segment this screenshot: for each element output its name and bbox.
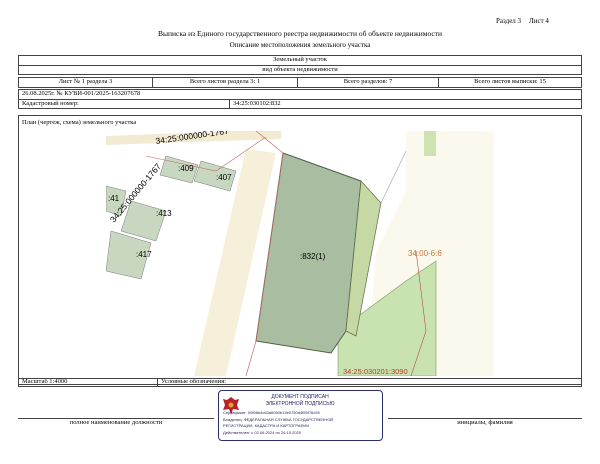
stamp-line-2: ЭЛЕКТРОННОЙ ПОДПИСЬЮ <box>265 401 335 407</box>
cadastral-map: 34:25:000000-1767 34:25:000000-1767 :409… <box>106 131 494 376</box>
cadastral-label: Кадастровый номер: <box>18 99 230 109</box>
name-caption: инициалы, фамилия <box>457 419 513 426</box>
label-832: :832(1) <box>300 252 326 261</box>
total-sheets-extract: Всего листов выписки: 15 <box>438 77 582 88</box>
document-title: Выписка из Единого государственного реес… <box>157 29 443 38</box>
plan-title: План (чертеж, схема) земельного участка <box>22 119 137 126</box>
stamp-line-4: Владелец: ФЕДЕРАЛЬНАЯ СЛУЖБА ГОСУДАРСТВЕ… <box>223 417 334 422</box>
label-413: :413 <box>156 209 172 218</box>
stamp-line-5: РЕГИСТРАЦИИ, КАДАСТРА И КАРТОГРАФИИ <box>223 423 310 428</box>
label-41: :41 <box>108 194 120 203</box>
total-sections: Всего разделов: 7 <box>297 77 439 88</box>
sheet-label: Лист 4 <box>529 17 549 25</box>
document-subtitle: Описание местоположения земельного участ… <box>229 41 371 49</box>
position-caption: полное наименование должности <box>69 419 163 426</box>
legend-label: Условные обозначения: <box>157 378 582 387</box>
label-quarter-bottom: 34:25:030201:3090 <box>343 367 408 376</box>
green-area-top <box>424 131 436 156</box>
label-409: :409 <box>178 164 194 173</box>
cadastral-value: 34:25:030102:832 <box>229 99 582 109</box>
label-407: :407 <box>216 173 232 182</box>
object-kind-caption: вид объекта недвижимости <box>18 65 582 75</box>
stamp-line-1: ДОКУМЕНТ ПОДПИСАН <box>271 394 329 400</box>
total-sheets-section: Всего листов раздела 3: 1 <box>152 77 298 88</box>
stamp-line-6: Действителен: с 02.06.2024 по 26.10.2025 <box>223 430 301 435</box>
section-label: Раздел 3 <box>496 17 522 25</box>
label-417: :417 <box>136 250 152 259</box>
electronic-signature-stamp: ДОКУМЕНТ ПОДПИСАН ЭЛЕКТРОННОЙ ПОДПИСЬЮ С… <box>218 390 383 441</box>
sheet-of-section: Лист № 1 раздела 3 <box>18 77 153 88</box>
scale: Масштаб 1:4000 <box>18 378 158 387</box>
stamp-line-3: Сертификат: 00f98b4c63a6050b13e0750d4f55… <box>223 410 320 415</box>
label-quarter-right: 34:00-6:6 <box>408 249 442 258</box>
